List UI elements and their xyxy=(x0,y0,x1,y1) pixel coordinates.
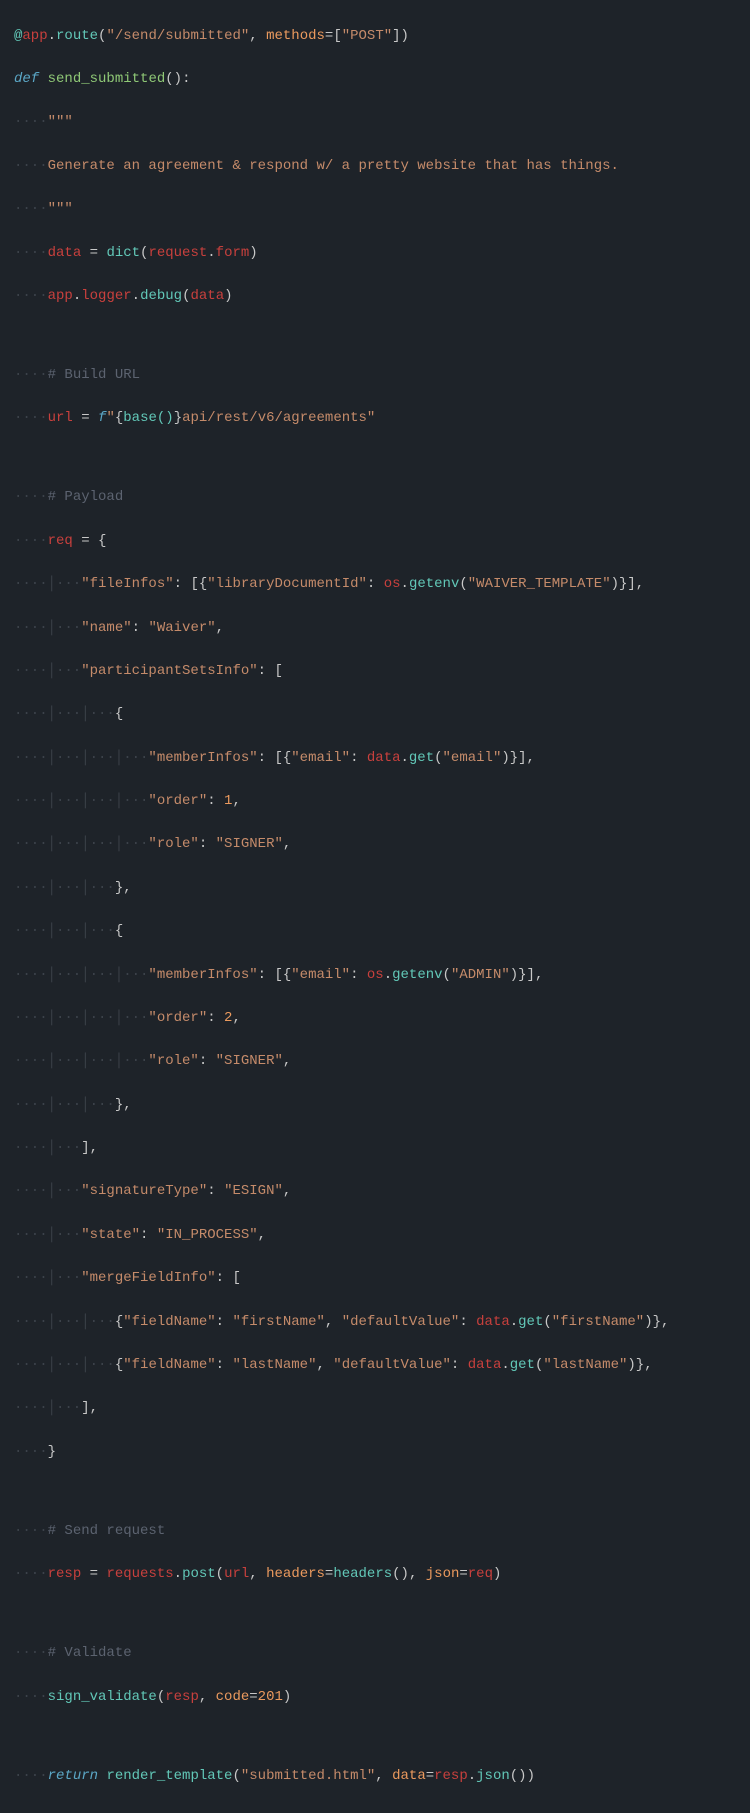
code-line[interactable]: ····│···│···}, xyxy=(14,1095,736,1117)
keyword: def xyxy=(14,71,39,87)
string: "/send/submitted" xyxy=(106,28,249,44)
code-line[interactable]: ····sign_validate(resp, code=201) xyxy=(14,1687,736,1709)
code-line[interactable]: ····│···], xyxy=(14,1398,736,1420)
code-line[interactable]: ····│···│···{"fieldName": "firstName", "… xyxy=(14,1312,736,1334)
code-line[interactable]: ····│···"name": "Waiver", xyxy=(14,618,736,640)
docstring: Generate an agreement & respond w/ a pre… xyxy=(48,158,619,174)
code-line[interactable]: ····data = dict(request.form) xyxy=(14,243,736,265)
code-line[interactable]: @app.route("/send/submitted", methods=["… xyxy=(14,26,736,48)
code-line[interactable] xyxy=(14,1608,736,1622)
code-line[interactable]: ····url = f"{base()}api/rest/v6/agreemen… xyxy=(14,408,736,430)
code-line[interactable]: ····│···"state": "IN_PROCESS", xyxy=(14,1225,736,1247)
kwarg: methods xyxy=(266,28,325,44)
comment: # Send request xyxy=(48,1523,166,1539)
code-line[interactable]: ····resp = requests.post(url, headers=he… xyxy=(14,1564,736,1586)
method: route xyxy=(56,28,98,44)
code-line[interactable]: ····│···│···│···"role": "SIGNER", xyxy=(14,834,736,856)
code-line[interactable]: ····# Payload xyxy=(14,487,736,509)
code-line[interactable]: ····""" xyxy=(14,199,736,221)
code-line[interactable] xyxy=(14,1730,736,1744)
code-line[interactable]: ····│···│···│···"order": 1, xyxy=(14,791,736,813)
code-line[interactable]: ····req = { xyxy=(14,531,736,553)
code-line[interactable]: ····│···│···{ xyxy=(14,921,736,943)
code-line[interactable] xyxy=(14,329,736,343)
code-line[interactable]: ····│···], xyxy=(14,1138,736,1160)
comment: # Validate xyxy=(48,1645,132,1661)
code-line[interactable]: ····│···"signatureType": "ESIGN", xyxy=(14,1181,736,1203)
code-line[interactable]: ····# Send request xyxy=(14,1521,736,1543)
docstring: """ xyxy=(48,114,73,130)
comment: # Build URL xyxy=(48,367,140,383)
code-line[interactable] xyxy=(14,452,736,466)
code-line[interactable]: ····app.logger.debug(data) xyxy=(14,286,736,308)
code-line[interactable]: ····# Build URL xyxy=(14,365,736,387)
code-line[interactable]: ····│···"fileInfos": [{"libraryDocumentI… xyxy=(14,574,736,596)
code-line[interactable]: ····Generate an agreement & respond w/ a… xyxy=(14,156,736,178)
code-line[interactable]: ····│···│···{ xyxy=(14,704,736,726)
code-line[interactable]: ····} xyxy=(14,1442,736,1464)
code-line[interactable]: ····return render_template("submitted.ht… xyxy=(14,1766,736,1788)
code-line[interactable]: ····│···│···│···"memberInfos": [{"email"… xyxy=(14,748,736,770)
ident: app xyxy=(22,28,47,44)
code-editor[interactable]: @app.route("/send/submitted", methods=["… xyxy=(0,0,750,1813)
code-line[interactable]: def send_submitted(): xyxy=(14,69,736,91)
code-line[interactable]: ····│···│···│···"memberInfos": [{"email"… xyxy=(14,965,736,987)
docstring: """ xyxy=(48,201,73,217)
code-line[interactable]: ····│···"mergeFieldInfo": [ xyxy=(14,1268,736,1290)
code-line[interactable] xyxy=(14,1485,736,1499)
comment: # Payload xyxy=(48,489,124,505)
code-line[interactable]: ····│···│···│···"order": 2, xyxy=(14,1008,736,1030)
code-line[interactable]: ····│···"participantSetsInfo": [ xyxy=(14,661,736,683)
code-line[interactable]: ····│···│···{"fieldName": "lastName", "d… xyxy=(14,1355,736,1377)
keyword: return xyxy=(48,1768,98,1784)
code-line[interactable]: ····# Validate xyxy=(14,1643,736,1665)
function-name: send_submitted xyxy=(48,71,166,87)
code-line[interactable]: ····│···│···│···"role": "SIGNER", xyxy=(14,1051,736,1073)
code-line[interactable]: ····│···│···}, xyxy=(14,878,736,900)
code-line[interactable]: ····""" xyxy=(14,112,736,134)
